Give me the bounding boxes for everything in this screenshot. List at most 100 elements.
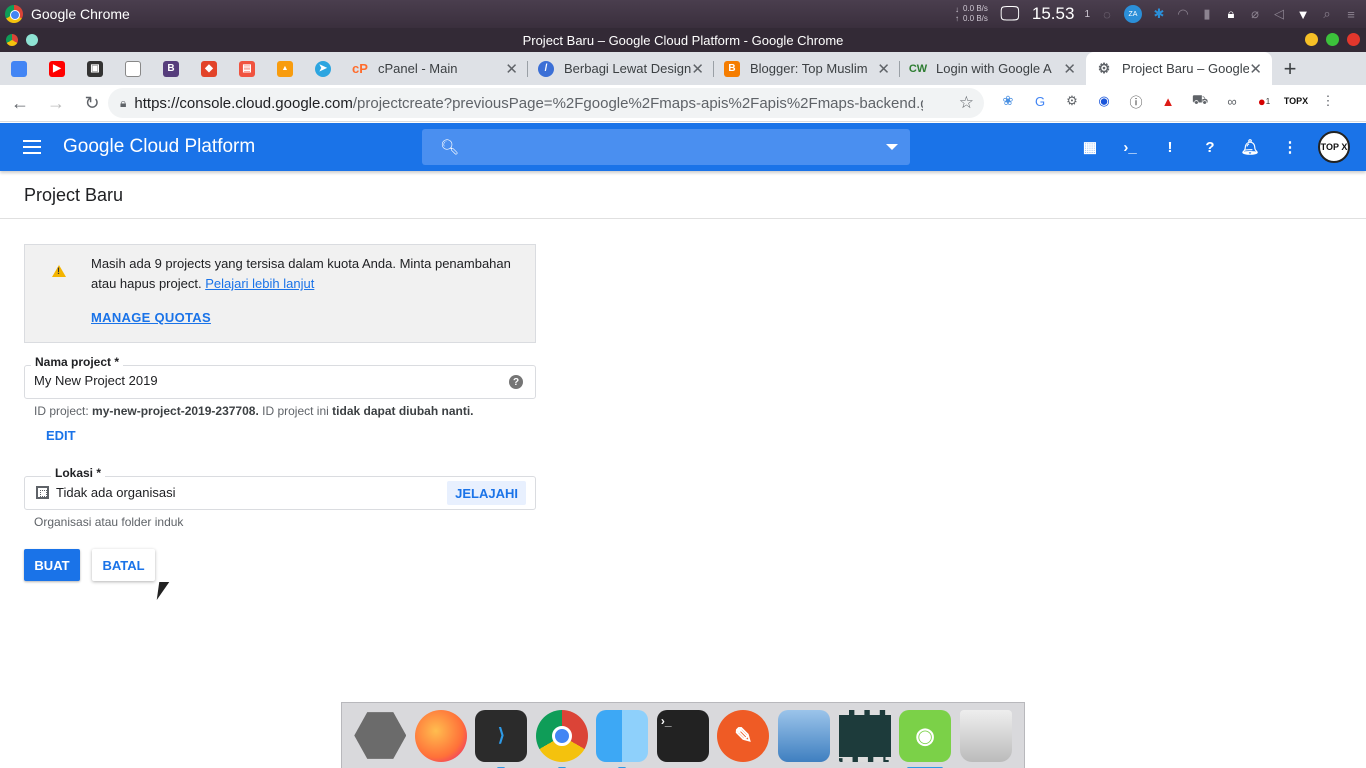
cloud-shell-icon[interactable]: ›_	[1114, 131, 1146, 163]
help-icon[interactable]: ?	[1194, 131, 1226, 163]
tab-label: Login with Google A	[936, 61, 1052, 76]
tab-blogger[interactable]: B Blogger: Top Muslim ✕	[714, 52, 900, 85]
gcp-title[interactable]: Google Cloud Platform	[63, 136, 255, 158]
location-value: Tidak ada organisasi	[56, 485, 176, 500]
more-options-icon[interactable]: ⋮	[1274, 131, 1306, 163]
browse-button[interactable]: JELAJAHI	[447, 481, 526, 505]
tab-cpanel[interactable]: cP cPanel - Main ✕	[342, 52, 528, 85]
feedback-icon[interactable]: !	[1154, 131, 1186, 163]
pinned-tab-laravel[interactable]: ▤	[228, 52, 266, 85]
screenshot-icon[interactable]	[777, 709, 830, 762]
lock-icon[interactable]: 🔒︎	[1224, 6, 1238, 21]
alert-extension-icon[interactable]: ● 1	[1252, 89, 1276, 113]
chrome-menu-icon[interactable]: ⋮	[1316, 89, 1340, 113]
learn-more-link[interactable]: Pelajari lebih lanjut	[205, 276, 314, 291]
cancel-button[interactable]: BATAL	[92, 549, 155, 581]
pinned-tab-app[interactable]: ▣	[76, 52, 114, 85]
close-tab-icon[interactable]: ✕	[877, 60, 890, 78]
os-active-app[interactable]: Google Chrome	[5, 5, 130, 23]
new-tab-button[interactable]: +	[1272, 52, 1308, 85]
create-button[interactable]: BUAT	[24, 549, 80, 581]
gcp-tab-icon: ⚙	[1097, 60, 1111, 76]
project-name-field[interactable]: Nama project * ?	[24, 355, 536, 399]
clip-icon[interactable]: ⌀	[1248, 6, 1262, 21]
address-bar[interactable]: 🔒︎ https://console.cloud.google.com /pro…	[108, 88, 984, 118]
menu-icon[interactable]	[8, 123, 56, 171]
launcher-icon[interactable]	[354, 712, 407, 759]
info-extension-icon[interactable]: ⓘ	[1124, 89, 1148, 113]
gcp-search[interactable]: 🔍︎	[422, 129, 910, 165]
camera-icon[interactable]: ◉	[899, 709, 952, 768]
minimize-button[interactable]	[1305, 33, 1318, 46]
menu-tray-icon[interactable]: ≡	[1344, 7, 1358, 22]
clock[interactable]: 15.53	[1032, 4, 1075, 24]
notifications-icon[interactable]: 🔔︎	[1234, 131, 1266, 163]
close-window-button[interactable]	[1347, 33, 1360, 46]
pinned-tab-telegram[interactable]: ➤	[304, 52, 342, 85]
manage-quotas-link[interactable]: MANAGE QUOTAS	[91, 310, 211, 325]
volume-icon[interactable]: ◁	[1272, 6, 1286, 21]
vscode-icon[interactable]: ⟩	[475, 709, 528, 768]
angular-extension-icon[interactable]: ▲	[1156, 89, 1180, 113]
edit-project-id-button[interactable]: EDIT	[46, 428, 76, 443]
gift-icon[interactable]: ▦	[1074, 131, 1106, 163]
pin-dot-icon[interactable]	[26, 34, 38, 46]
chrome-dock-icon[interactable]	[535, 709, 588, 768]
close-tab-icon[interactable]: ✕	[691, 60, 704, 78]
help-circle-icon[interactable]: ?	[509, 375, 523, 389]
postman-icon[interactable]: ✎	[717, 709, 770, 762]
back-button[interactable]: ←	[4, 87, 36, 119]
battery-icon[interactable]: ▮	[1200, 6, 1214, 21]
reload-button[interactable]: ↻	[76, 87, 108, 119]
blogger-icon: B	[724, 60, 740, 77]
project-name-input[interactable]	[34, 373, 494, 388]
search-dropdown-icon[interactable]	[886, 144, 898, 150]
workspace-indicator[interactable]: 1	[1084, 9, 1090, 20]
terminal-icon[interactable]: ›_	[656, 709, 709, 762]
youtube-icon: ▶	[49, 60, 65, 77]
tab-login-google[interactable]: CW Login with Google A ✕	[900, 52, 1086, 85]
window-title-bar: Project Baru – Google Cloud Platform - G…	[0, 28, 1366, 52]
pinned-tab-file[interactable]	[114, 52, 152, 85]
url-host: https://console.cloud.google.com	[134, 94, 353, 112]
tab-project-baru[interactable]: ⚙ Project Baru – Google ✕	[1086, 52, 1272, 85]
pinned-tab-gitlab[interactable]: ◆	[190, 52, 228, 85]
close-tab-icon[interactable]: ✕	[505, 60, 518, 78]
monitor-icon[interactable]: 🖵	[998, 3, 1022, 25]
wifi-icon[interactable]: ◠	[1176, 6, 1190, 21]
close-tab-icon[interactable]: ✕	[1249, 60, 1262, 78]
close-tab-icon[interactable]: ✕	[1063, 60, 1076, 78]
trash-icon[interactable]	[959, 709, 1012, 762]
video-editor-icon[interactable]	[838, 709, 891, 762]
avatar[interactable]: TOP X	[1318, 131, 1350, 163]
pinned-tab-bootstrap[interactable]: B	[152, 52, 190, 85]
pinned-tab-docs[interactable]	[0, 52, 38, 85]
firefox-icon[interactable]	[414, 709, 467, 762]
pinned-tab-phpmyadmin[interactable]: ▲	[266, 52, 304, 85]
gear-extension-icon[interactable]: ⚙	[1060, 89, 1084, 113]
search-tray-icon[interactable]: ⌕	[1320, 6, 1334, 21]
bookmark-star-icon[interactable]: ☆	[959, 93, 974, 113]
location-field[interactable]: Lokasi * Tidak ada organisasi JELAJAHI	[24, 466, 536, 510]
extension-paw-icon[interactable]: ❀	[996, 89, 1020, 113]
translate-extension-icon[interactable]: G	[1028, 89, 1052, 113]
finder-icon[interactable]	[596, 709, 649, 768]
search-input[interactable]	[471, 139, 886, 155]
tab-berbagi[interactable]: / Berbagi Lewat Design ✕	[528, 52, 714, 85]
maximize-button[interactable]	[1326, 33, 1339, 46]
network-arrows-icon: ↓ ↑	[954, 5, 959, 23]
bus-extension-icon[interactable]: ⛟	[1188, 89, 1212, 113]
dropdown-icon[interactable]: ▼	[1296, 7, 1310, 22]
lock-icon[interactable]: 🔒︎	[120, 96, 126, 111]
chrome-small-icon	[6, 34, 18, 46]
project-name-label: Nama project *	[31, 355, 124, 369]
toggle-icon[interactable]: ◌	[1100, 7, 1114, 22]
translate-tray-icon[interactable]: ZA	[1124, 5, 1142, 23]
link-extension-icon[interactable]: ∞	[1220, 89, 1244, 113]
edit-extension-icon[interactable]: ◉	[1092, 89, 1116, 113]
pinned-tab-youtube[interactable]: ▶	[38, 52, 76, 85]
window-left-controls	[6, 34, 38, 46]
forward-button[interactable]: →	[40, 87, 72, 119]
topx-extension-icon[interactable]: TOPX	[1284, 89, 1308, 113]
settings-tray-icon[interactable]: ✱	[1152, 6, 1166, 21]
